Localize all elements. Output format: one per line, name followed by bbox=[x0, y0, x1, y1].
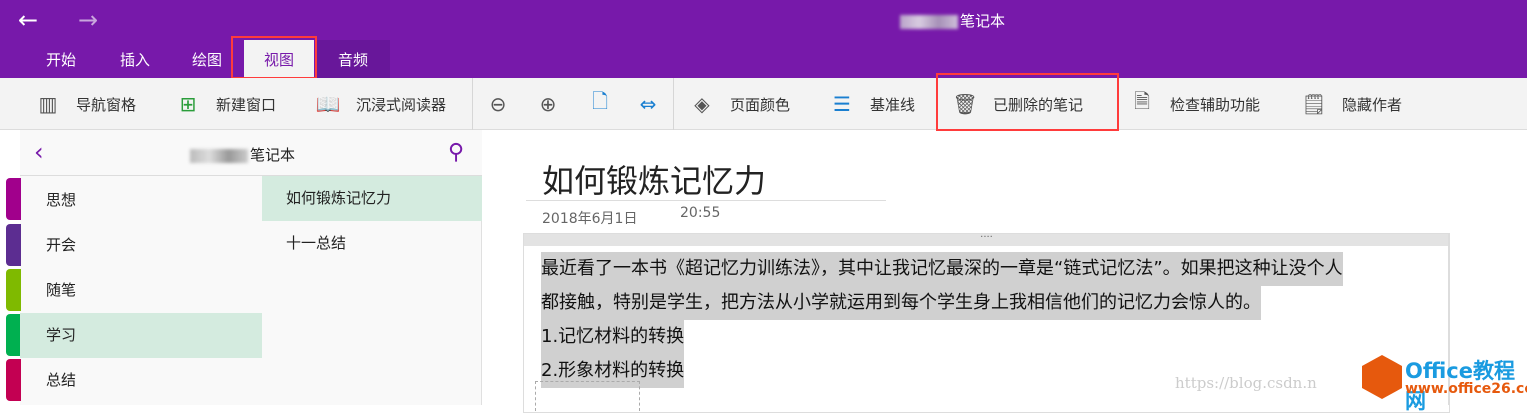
page-item-selected[interactable]: 如何锻炼记忆力 bbox=[262, 176, 482, 221]
zoom-100-icon: 🗋 bbox=[591, 89, 609, 113]
note-paragraph[interactable]: 最近看了一本书《超记忆力训练法》，其中让我记忆最深的一章是“链式记忆法”。如果把… bbox=[541, 252, 1343, 286]
page-time: 20:55 bbox=[680, 205, 721, 221]
separator bbox=[472, 78, 473, 130]
navigation-pane-button[interactable]: ▥ 导航窗格 bbox=[36, 78, 136, 130]
tab-insert[interactable]: 插入 bbox=[100, 40, 170, 78]
section-item[interactable]: 思想 bbox=[20, 178, 262, 223]
tab-home[interactable]: 开始 bbox=[26, 40, 96, 78]
section-color-tab bbox=[6, 314, 21, 356]
note-paragraph[interactable]: 1.记忆材料的转换 bbox=[541, 320, 685, 354]
zoom-in-icon: ⊕ bbox=[539, 92, 557, 116]
button-label: 已删除的笔记 bbox=[993, 95, 1084, 114]
new-window-icon: ⊞ bbox=[179, 92, 197, 116]
file-attachment[interactable] bbox=[535, 381, 640, 411]
zoom-in-button[interactable]: ⊕ bbox=[536, 78, 576, 130]
container-drag-handle[interactable]: ···· bbox=[524, 233, 1449, 246]
section-color-tab bbox=[6, 269, 21, 311]
tab-view[interactable]: 视图 bbox=[244, 40, 314, 78]
section-color-tab bbox=[6, 224, 21, 266]
section-color-tab bbox=[6, 359, 21, 401]
zoom-out-button[interactable]: ⊖ bbox=[486, 78, 526, 130]
section-item[interactable]: 开会 bbox=[20, 223, 262, 268]
watermark-logo-url: www.office26.com bbox=[1405, 381, 1527, 397]
new-window-button[interactable]: ⊞ 新建窗口 bbox=[176, 78, 276, 130]
separator bbox=[673, 78, 674, 130]
rule-lines-icon: ☰ bbox=[833, 92, 851, 116]
button-label: 页面颜色 bbox=[730, 95, 791, 114]
accessibility-check-icon: 🗎 bbox=[1133, 89, 1151, 113]
immersive-reader-button[interactable]: 📖 沉浸式阅读器 bbox=[316, 78, 446, 130]
search-icon[interactable]: ⚲ bbox=[448, 140, 464, 165]
chevron-left-icon[interactable]: ‹ bbox=[34, 138, 44, 166]
deleted-notes-button[interactable]: 🗑 已删除的笔记 bbox=[952, 78, 1084, 130]
button-label: 基准线 bbox=[870, 95, 916, 114]
notebook-title[interactable]: 笔记本 bbox=[190, 144, 295, 165]
title-bar: ← → 笔记本 bbox=[0, 0, 1527, 40]
forward-arrow-icon[interactable]: → bbox=[78, 6, 98, 34]
page-title[interactable]: 如何锻炼记忆力 bbox=[542, 156, 766, 202]
page-color-icon: ◈ bbox=[694, 92, 710, 116]
page-width-button[interactable]: ⇔ bbox=[636, 78, 676, 130]
section-item[interactable]: 随笔 bbox=[20, 268, 262, 313]
navigation-pane-icon: ▥ bbox=[38, 92, 58, 116]
title-underline bbox=[526, 200, 886, 201]
page-date: 2018年6月1日 bbox=[542, 211, 638, 227]
button-label: 隐藏作者 bbox=[1342, 95, 1403, 114]
button-label: 沉浸式阅读器 bbox=[356, 95, 447, 114]
window-title-text: 笔记本 bbox=[960, 12, 1006, 30]
page-width-icon: ⇔ bbox=[639, 92, 657, 116]
zoom-100-button[interactable]: 🗋 bbox=[588, 78, 628, 130]
section-color-tab bbox=[6, 178, 21, 220]
page-color-button[interactable]: ◈ 页面颜色 bbox=[690, 78, 790, 130]
ribbon-tabs: 开始 插入 绘图 视图 音频 bbox=[0, 40, 1527, 78]
tab-draw[interactable]: 绘图 bbox=[172, 40, 242, 78]
button-label: 新建窗口 bbox=[216, 95, 277, 114]
section-item-selected[interactable]: 学习 bbox=[20, 313, 262, 358]
notebook-title-text: 笔记本 bbox=[250, 146, 296, 164]
zoom-out-icon: ⊖ bbox=[489, 92, 507, 116]
button-label: 导航窗格 bbox=[76, 95, 137, 114]
watermark-url: https://blog.csdn.n bbox=[1175, 374, 1317, 392]
accessibility-check-button[interactable]: 🗎 检查辅助功能 bbox=[1130, 78, 1260, 130]
page-item[interactable]: 十一总结 bbox=[262, 221, 482, 266]
note-paragraph[interactable]: 都接触，特别是学生，把方法从小学就运用到每个学生身上我相信他们的记忆力会惊人的。 bbox=[541, 286, 1261, 320]
immersive-reader-icon: 📖 bbox=[315, 92, 341, 116]
button-label: 检查辅助功能 bbox=[1170, 95, 1261, 114]
ribbon-toolbar: ▥ 导航窗格 ⊞ 新建窗口 📖 沉浸式阅读器 ⊖ ⊕ 🗋 ⇔ ◈ 页面颜色 ☰ 基准线 🗑… bbox=[0, 78, 1527, 130]
back-arrow-icon[interactable]: ← bbox=[18, 6, 38, 34]
rule-lines-button[interactable]: ☰ 基准线 bbox=[830, 78, 915, 130]
trash-icon: 🗑 bbox=[952, 92, 978, 116]
notebook-header: ‹ 笔记本 ⚲ bbox=[20, 130, 482, 176]
window-title: 笔记本 bbox=[900, 10, 1005, 31]
hide-authors-button[interactable]: 🗒 隐藏作者 bbox=[1301, 78, 1403, 130]
tab-audio[interactable]: 音频 bbox=[316, 40, 390, 78]
section-item[interactable]: 总结 bbox=[20, 358, 262, 403]
hide-authors-icon: 🗒 bbox=[1301, 92, 1327, 116]
